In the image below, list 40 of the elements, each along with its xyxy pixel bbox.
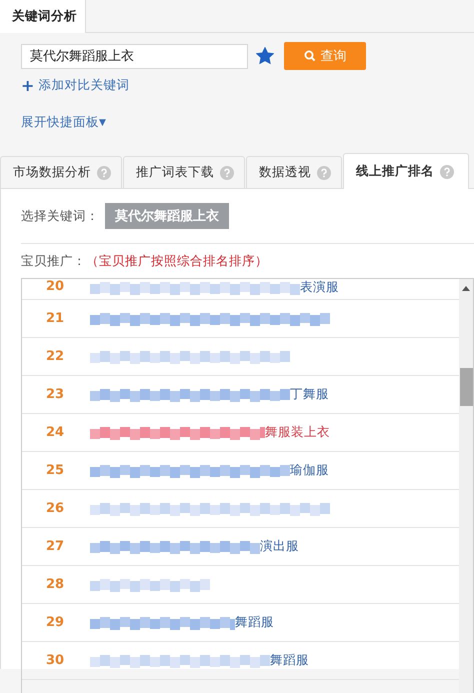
help-icon: [317, 166, 331, 180]
plus-icon[interactable]: +: [21, 78, 34, 92]
tab[interactable]: 线上推广排名: [343, 153, 469, 189]
tab[interactable]: 关键词分析: [0, 0, 86, 33]
tab[interactable]: 数据透视: [246, 156, 342, 188]
scroll-thumb[interactable]: [460, 368, 473, 406]
promo-note: （宝贝推广按照综合排名排序）: [86, 252, 268, 270]
help-icon: [97, 166, 111, 180]
tab[interactable]: 推广词表下载: [123, 156, 245, 188]
rank-number: 20: [45, 279, 66, 294]
caret-icon[interactable]: ▼: [99, 118, 106, 128]
help-icon: [220, 166, 234, 180]
search-field[interactable]: 莫代尔舞蹈服上衣: [21, 44, 248, 68]
product-title-link[interactable]: 舞蹈服: [235, 614, 274, 631]
product-title-link[interactable]: 表演服: [300, 279, 339, 296]
rank-number: 22: [45, 349, 66, 364]
product-title-link[interactable]: 舞服装上衣: [265, 424, 330, 441]
rank-number: 25: [45, 463, 66, 478]
keyword-label: 选择关键词：: [21, 208, 99, 224]
add-compare-link[interactable]: 添加对比关键词: [38, 77, 130, 94]
rank-number: 21: [45, 311, 66, 326]
product-title-link[interactable]: 舞蹈服: [270, 652, 309, 669]
scrollbar[interactable]: [459, 279, 473, 693]
scroll-up-icon[interactable]: [462, 285, 470, 291]
rank-number: 30: [45, 653, 66, 668]
rank-number: 27: [45, 539, 66, 554]
rank-number: 29: [45, 615, 66, 630]
rank-number: 24: [45, 425, 66, 440]
help-icon: [440, 164, 454, 178]
product-title-link[interactable]: 瑜伽服: [290, 462, 329, 479]
rank-number: 26: [45, 501, 66, 516]
product-title-link[interactable]: 演出服: [260, 538, 299, 555]
star-icon[interactable]: [256, 47, 274, 65]
product-title-link[interactable]: 丁舞服: [290, 386, 329, 403]
promo-label: 宝贝推广：: [21, 252, 86, 270]
tab[interactable]: 市场数据分析: [0, 156, 122, 188]
rank-number: 23: [45, 387, 66, 402]
expand-panel-link[interactable]: 展开快捷面板: [21, 114, 99, 131]
search-icon: [304, 50, 316, 62]
rank-number: 28: [45, 577, 66, 592]
